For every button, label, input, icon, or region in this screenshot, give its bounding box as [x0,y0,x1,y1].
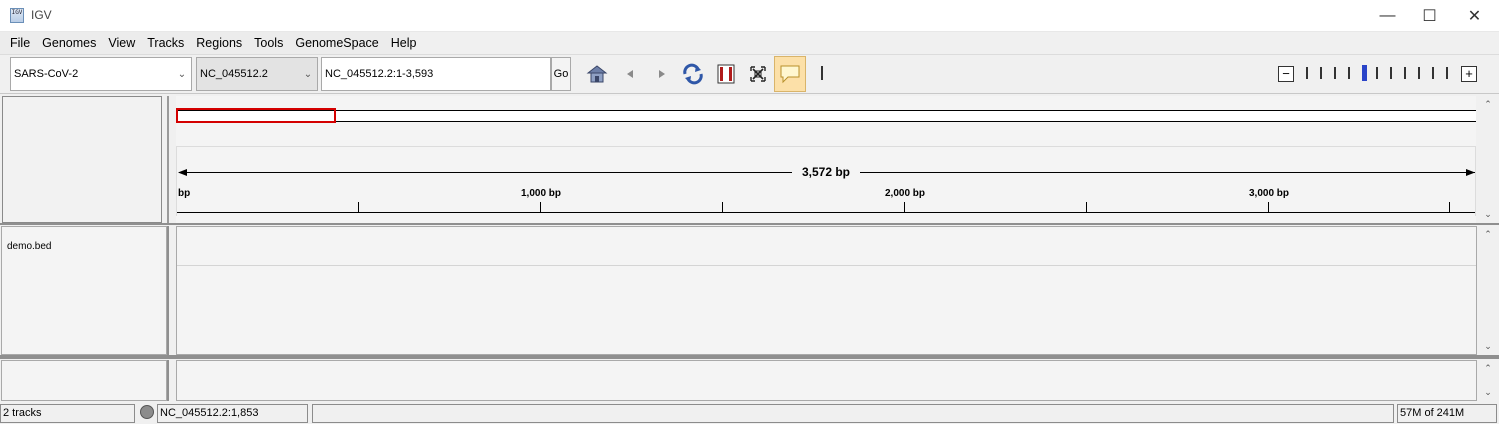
ruler-area [176,146,1476,216]
tick-label: 1,000 bp [521,188,562,199]
menu-file[interactable]: File [4,32,36,54]
popup-info-icon[interactable] [774,56,806,92]
menu-regions[interactable]: Regions [190,32,248,54]
zoom-level-tick[interactable] [1320,67,1322,79]
igv-app-icon: IGV [10,8,24,23]
menu-tools[interactable]: Tools [248,32,289,54]
zoom-level-tick[interactable] [1418,67,1420,79]
resize-to-window-icon[interactable] [745,61,771,87]
zoom-level-tick[interactable] [1390,67,1392,79]
ruler-tick [540,202,541,212]
span-label: 3,572 bp [792,164,860,180]
region-of-interest-icon[interactable] [713,61,739,87]
scroll-up-icon[interactable]: ⌃ [1479,226,1497,242]
ruler-tick [1086,202,1087,212]
title-bar: IGV IGV — ☐ ✕ [0,0,1499,32]
track-count-status: 2 tracks [0,404,135,423]
tick-label: 3,000 bp [1249,188,1290,199]
close-icon[interactable]: ✕ [1452,0,1497,32]
scroll-up-icon[interactable]: ⌃ [1479,96,1497,112]
cursor-position-status: NC_045512.2:1,853 [157,404,308,423]
scroll-up-icon[interactable]: ⌃ [1479,360,1497,376]
toolbar-separator [821,66,823,80]
zoom-in-button[interactable]: + [1461,66,1477,82]
ruler-tick [358,202,359,212]
track-name-demo-bed[interactable]: demo.bed [7,241,51,252]
scroll-down-icon[interactable]: ⌄ [1479,206,1497,222]
menu-genomespace[interactable]: GenomeSpace [289,32,384,54]
zoom-level-tick[interactable] [1376,67,1378,79]
zoom-level-tick[interactable] [1446,67,1448,79]
zoom-level-tick[interactable] [1334,67,1336,79]
panel-separator[interactable] [0,223,1499,225]
zoom-level-tick[interactable] [1348,67,1350,79]
ruler-tick [1449,202,1450,212]
scroll-down-icon[interactable]: ⌄ [1479,338,1497,354]
status-bar: 2 tracks NC_045512.2:1,853 57M of 241M [0,402,1499,424]
chromosome-select[interactable]: NC_045512.2 ⌄ [196,57,318,91]
ruler-baseline [177,212,1475,213]
tick-label: 2,000 bp [885,188,926,199]
zoom-level-tick[interactable] [1306,67,1308,79]
panel-divider[interactable] [167,96,169,224]
track-data-panel[interactable] [176,226,1477,355]
status-indicator-icon [140,405,154,419]
panel-divider[interactable] [167,360,169,401]
data-panel-scrollbar[interactable]: ⌃ ⌄ [1479,226,1497,355]
track-row-divider [177,265,1476,266]
window-title: IGV [31,8,52,22]
scroll-down-icon[interactable]: ⌄ [1479,384,1497,400]
feature-panel-scrollbar[interactable]: ⌃ ⌄ [1479,360,1497,401]
zoom-level-current[interactable] [1362,65,1367,81]
arrow-left-icon [178,169,187,176]
zoom-out-button[interactable]: − [1278,66,1294,82]
ruler-scrollbar[interactable]: ⌃ ⌄ [1479,96,1497,223]
ruler-panel[interactable] [176,96,1476,223]
home-icon[interactable] [584,61,610,87]
toolbar: SARS-CoV-2 ⌄ NC_045512.2 ⌄ Go − + [0,54,1499,94]
feature-name-panel [1,360,167,401]
genome-select-value: SARS-CoV-2 [14,68,79,80]
zoom-level-tick[interactable] [1404,67,1406,79]
chromosome-ideogram[interactable] [176,110,1476,122]
chevron-down-icon[interactable]: ⌄ [173,58,191,90]
go-button[interactable]: Go [551,57,571,91]
tick-label: bp [178,188,191,199]
back-icon[interactable] [617,61,643,87]
zoom-level-tick[interactable] [1432,67,1434,79]
maximize-icon[interactable]: ☐ [1407,0,1452,32]
memory-status: 57M of 241M [1397,404,1497,423]
chevron-down-icon[interactable]: ⌄ [299,58,317,90]
menu-view[interactable]: View [102,32,141,54]
refresh-icon[interactable] [680,61,706,87]
message-status [312,404,1394,423]
menu-tracks[interactable]: Tracks [141,32,190,54]
menu-help[interactable]: Help [385,32,423,54]
current-region-box[interactable] [176,108,336,123]
feature-data-panel[interactable] [176,360,1477,401]
ruler-tick [722,202,723,212]
minimize-icon[interactable]: — [1365,0,1410,32]
forward-icon[interactable] [649,61,675,87]
menu-bar: File Genomes View Tracks Regions Tools G… [0,32,416,54]
genome-select[interactable]: SARS-CoV-2 ⌄ [10,57,192,91]
ruler-tick [1268,202,1269,212]
ruler-tick [904,202,905,212]
panel-divider[interactable] [167,226,169,355]
panel-separator[interactable] [0,355,1499,359]
menu-genomes[interactable]: Genomes [36,32,102,54]
track-name-panel: demo.bed [1,226,167,355]
chromosome-select-value: NC_045512.2 [200,68,268,80]
arrow-right-icon [1466,169,1475,176]
ruler-name-panel [2,96,162,223]
locus-search-input[interactable] [321,57,551,91]
